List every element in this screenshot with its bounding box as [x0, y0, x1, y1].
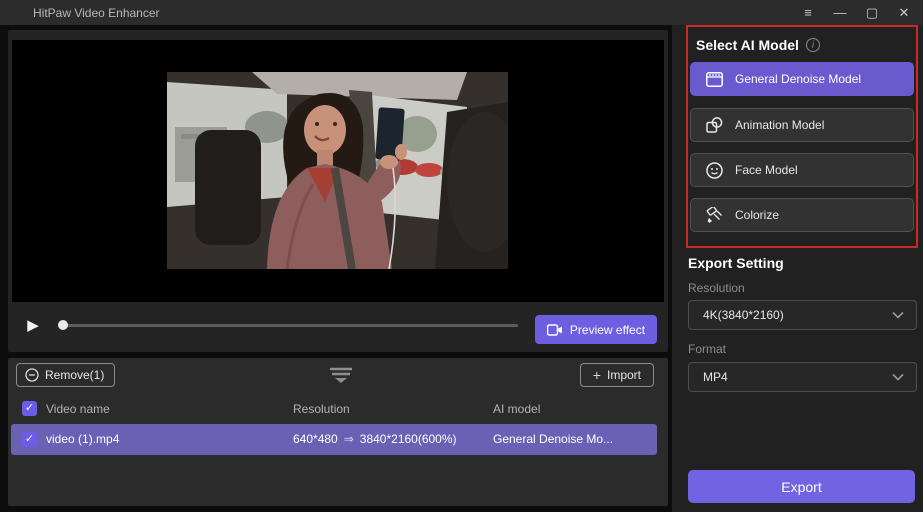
settings-panel: Select AI Model i General Denoise Model … [672, 25, 923, 512]
column-ai-model: AI model [493, 402, 540, 416]
chevron-down-icon [892, 311, 904, 319]
animation-shapes-icon [705, 116, 723, 134]
model-label: Colorize [735, 208, 779, 222]
model-section-title: Select AI Model [696, 37, 799, 53]
format-label: Format [688, 342, 726, 356]
export-button[interactable]: Export [688, 470, 915, 503]
model-label: Face Model [735, 163, 798, 177]
video-viewport [12, 40, 664, 302]
resolution-select[interactable]: 4K(3840*2160) [688, 300, 917, 330]
play-button[interactable]: ▶ [22, 314, 44, 338]
paint-brush-icon [705, 206, 723, 224]
app-window: HitPaw Video Enhancer ≡ — ▢ ✕ [0, 0, 923, 512]
format-value: MP4 [703, 370, 728, 384]
column-resolution: Resolution [293, 402, 350, 416]
row-resolution: 640*480 ⇒ 3840*2160(600%) [293, 432, 457, 446]
maximize-icon[interactable]: ▢ [863, 0, 881, 25]
model-button-animation[interactable]: Animation Model [690, 108, 914, 142]
model-button-colorize[interactable]: Colorize [690, 198, 914, 232]
remove-minus-icon [25, 368, 39, 382]
model-button-face[interactable]: Face Model [690, 153, 914, 187]
import-button[interactable]: + Import [580, 363, 654, 387]
preview-effect-label: Preview effect [570, 323, 645, 337]
model-label: General Denoise Model [735, 72, 861, 86]
model-section-header: Select AI Model i [696, 37, 820, 53]
face-icon [705, 161, 723, 179]
menu-icon[interactable]: ≡ [799, 0, 817, 25]
export-section-title: Export Setting [688, 255, 784, 271]
resolution-from: 640*480 [293, 432, 338, 446]
chevron-down-icon [892, 373, 904, 381]
format-select[interactable]: MP4 [688, 362, 917, 392]
minimize-icon[interactable]: — [831, 0, 849, 25]
remove-button[interactable]: Remove(1) [16, 363, 115, 387]
table-header: ✓ Video name Resolution AI model [8, 394, 668, 424]
video-frame-image [167, 72, 508, 269]
file-toolbar: Remove(1) + Import [8, 362, 668, 388]
collapse-handle-icon[interactable] [326, 366, 356, 384]
preview-effect-button[interactable]: Preview effect [535, 315, 657, 344]
row-ai-model: General Denoise Mo... [493, 432, 613, 446]
progress-slider[interactable] [55, 310, 521, 340]
plus-icon: + [593, 367, 601, 383]
file-list-panel: Remove(1) + Import ✓ Video name Resoluti… [8, 358, 668, 506]
arrow-icon: ⇒ [344, 432, 354, 446]
row-checkbox[interactable]: ✓ [22, 432, 37, 447]
model-label: Animation Model [735, 118, 824, 132]
row-video-name: video (1).mp4 [46, 432, 119, 446]
info-icon[interactable]: i [806, 38, 820, 52]
resolution-label: Resolution [688, 281, 745, 295]
window-controls: ≡ — ▢ ✕ [799, 0, 913, 25]
titlebar: HitPaw Video Enhancer ≡ — ▢ ✕ [0, 0, 923, 25]
select-all-checkbox[interactable]: ✓ [22, 401, 37, 416]
resolution-to: 3840*2160(600%) [360, 432, 457, 446]
table-row[interactable]: ✓ video (1).mp4 640*480 ⇒ 3840*2160(600%… [11, 424, 657, 455]
slider-thumb[interactable] [58, 320, 68, 330]
slider-track[interactable] [63, 324, 518, 327]
remove-label: Remove(1) [45, 368, 104, 382]
resolution-value: 4K(3840*2160) [703, 308, 784, 322]
film-frame-icon [705, 70, 723, 88]
video-camera-icon [547, 324, 563, 336]
column-video-name: Video name [46, 402, 110, 416]
model-button-general-denoise[interactable]: General Denoise Model [690, 62, 914, 96]
preview-panel: ▶ Preview effect [8, 30, 668, 352]
import-label: Import [607, 368, 641, 382]
close-icon[interactable]: ✕ [895, 0, 913, 25]
window-title: HitPaw Video Enhancer [33, 6, 160, 20]
